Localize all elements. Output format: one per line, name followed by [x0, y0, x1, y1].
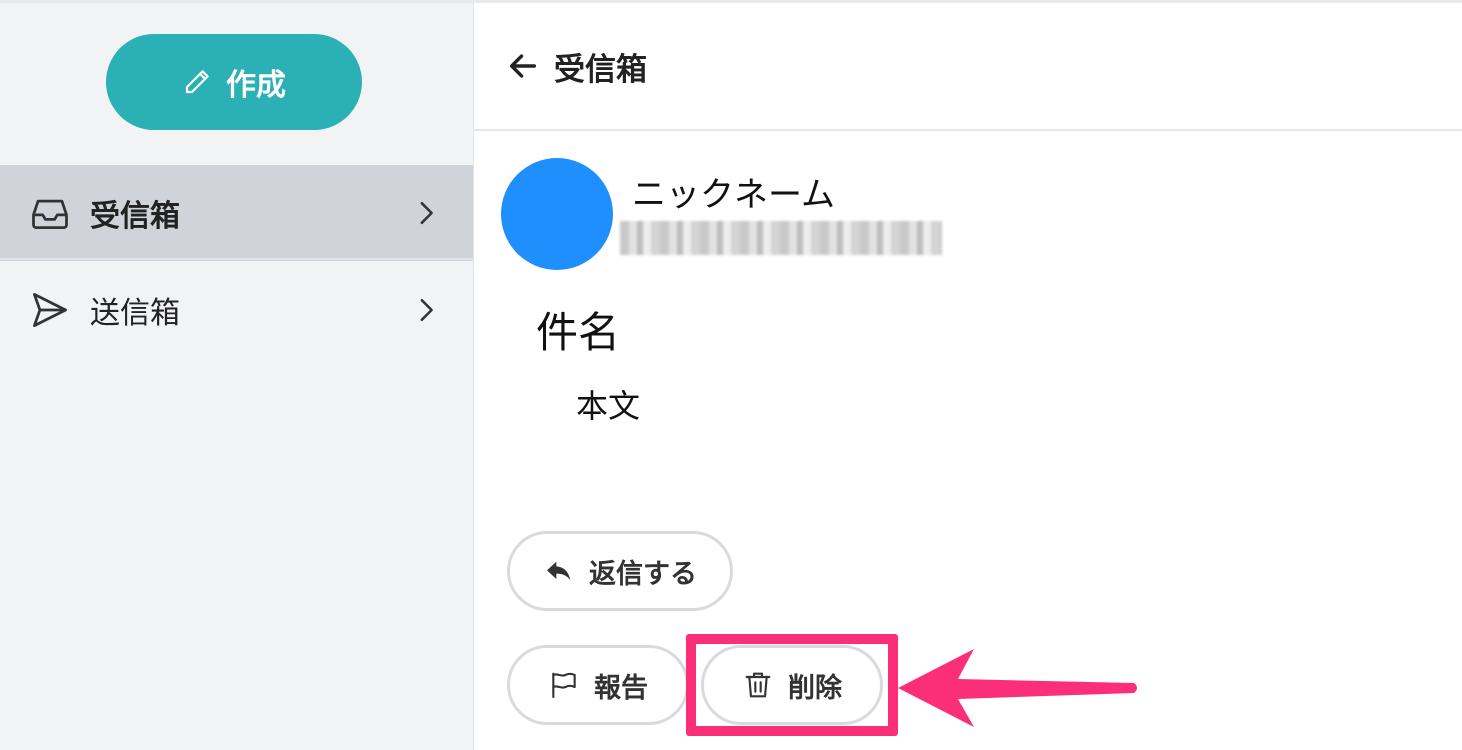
message-subject: 件名 — [536, 308, 621, 357]
sender-email-redacted — [620, 221, 942, 255]
delete-button[interactable]: 削除 — [701, 645, 883, 725]
flag-icon — [552, 672, 576, 699]
pencil-icon — [185, 70, 209, 94]
sidebar-item-inbox[interactable]: 受信箱 — [0, 165, 473, 261]
sender-name: ニックネーム — [632, 175, 835, 215]
compose-label: 作成 — [226, 68, 286, 103]
inbox-icon — [32, 199, 68, 230]
compose-button[interactable]: 作成 — [106, 34, 362, 130]
page-title: 受信箱 — [554, 51, 647, 88]
report-label: 報告 — [594, 672, 648, 704]
arrow-left-icon[interactable] — [506, 49, 540, 83]
report-button[interactable]: 報告 — [507, 645, 689, 725]
chevron-right-icon — [420, 298, 433, 322]
reply-label: 返信する — [589, 558, 697, 590]
sidebar: 作成 受信箱 送信箱 — [0, 3, 474, 750]
chevron-right-icon — [420, 201, 433, 225]
annotation-arrow-icon — [898, 649, 1137, 727]
reply-button[interactable]: 返信する — [507, 531, 733, 611]
delete-label: 削除 — [788, 672, 842, 704]
sidebar-item-outbox[interactable]: 送信箱 — [0, 262, 473, 358]
trash-icon — [745, 672, 771, 698]
sidebar-item-label: 送信箱 — [90, 296, 180, 331]
send-icon — [33, 293, 67, 327]
avatar — [501, 158, 613, 270]
message-header: 受信箱 — [474, 3, 1462, 131]
sidebar-divider — [0, 258, 473, 260]
reply-icon — [547, 561, 571, 581]
sidebar-item-label: 受信箱 — [90, 199, 180, 234]
mail-app: 作成 受信箱 送信箱 受信箱 ニックネーム 件名 本文 返信する 報告 削除 — [0, 0, 1462, 750]
message-view: 受信箱 ニックネーム 件名 本文 返信する 報告 削除 — [474, 3, 1462, 750]
message-body: 本文 — [576, 387, 641, 425]
